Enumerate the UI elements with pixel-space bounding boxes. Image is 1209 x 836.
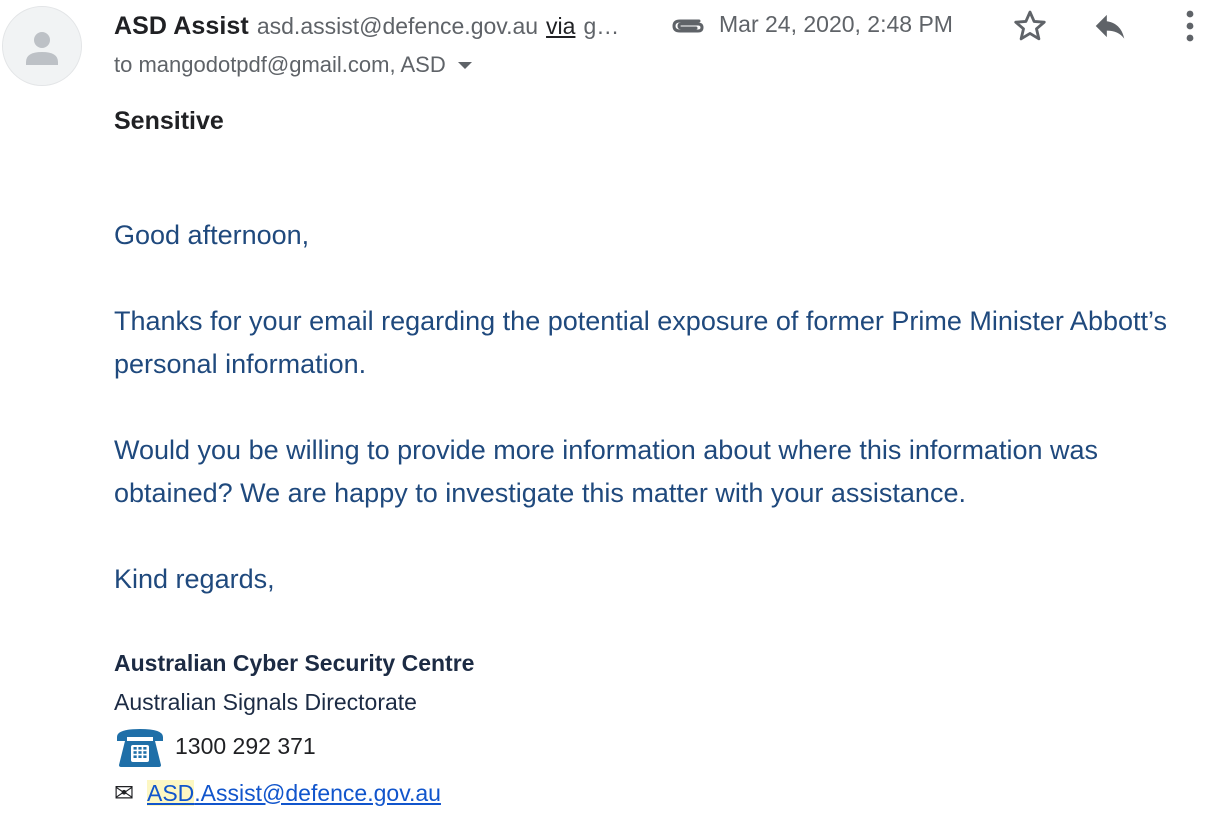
body-paragraph-2: Would you be willing to provide more inf… [114,435,1098,508]
star-icon [1014,10,1046,41]
closing-text: Kind regards, [114,564,275,594]
sender-avatar[interactable] [2,6,82,86]
signature-email-row: ✉ ASD.Assist@defence.gov.au [114,776,441,810]
sensitivity-label: Sensitive [114,107,224,135]
person-avatar-icon [3,7,81,85]
star-button[interactable] [1008,4,1052,48]
recipients-line: to mangodotpdf@gmail.com, ASD [114,52,472,78]
sender-line: ASD Assist asd.assist@defence.gov.au via… [114,8,619,44]
signature-phone: 1300 292 371 [175,732,316,759]
signature-department: Australian Signals Directorate [114,689,417,715]
signature-organisation: Australian Cyber Security Centre [114,650,475,676]
recipients-text: to mangodotpdf@gmail.com, ASD [114,52,446,77]
sender-email: asd.assist@defence.gov.au [256,12,539,39]
via-domain: g… [583,12,620,39]
sender-name[interactable]: ASD Assist [114,12,249,41]
message-date: Mar 24, 2020, 2:48 PM [719,11,953,37]
telephone-icon [117,729,163,767]
reply-button[interactable] [1088,4,1132,48]
email-highlight: ASD [147,779,195,806]
signature-email-link[interactable]: ASD.Assist@defence.gov.au [147,779,441,807]
reply-icon [1095,14,1125,39]
via-link[interactable]: via [546,13,575,40]
more-vert-icon [1186,10,1194,42]
paperclip-icon [672,19,704,33]
email-rest: .Assist@defence.gov.au [194,779,441,806]
more-options-button[interactable] [1168,4,1209,48]
body-paragraph-1: Thanks for your email regarding the pote… [114,306,1167,379]
greeting-text: Good afternoon, [114,220,310,250]
envelope-icon: ✉ [114,779,135,807]
caret-down-icon[interactable] [457,61,472,69]
signature-phone-row: 1300 292 371 [114,722,316,770]
